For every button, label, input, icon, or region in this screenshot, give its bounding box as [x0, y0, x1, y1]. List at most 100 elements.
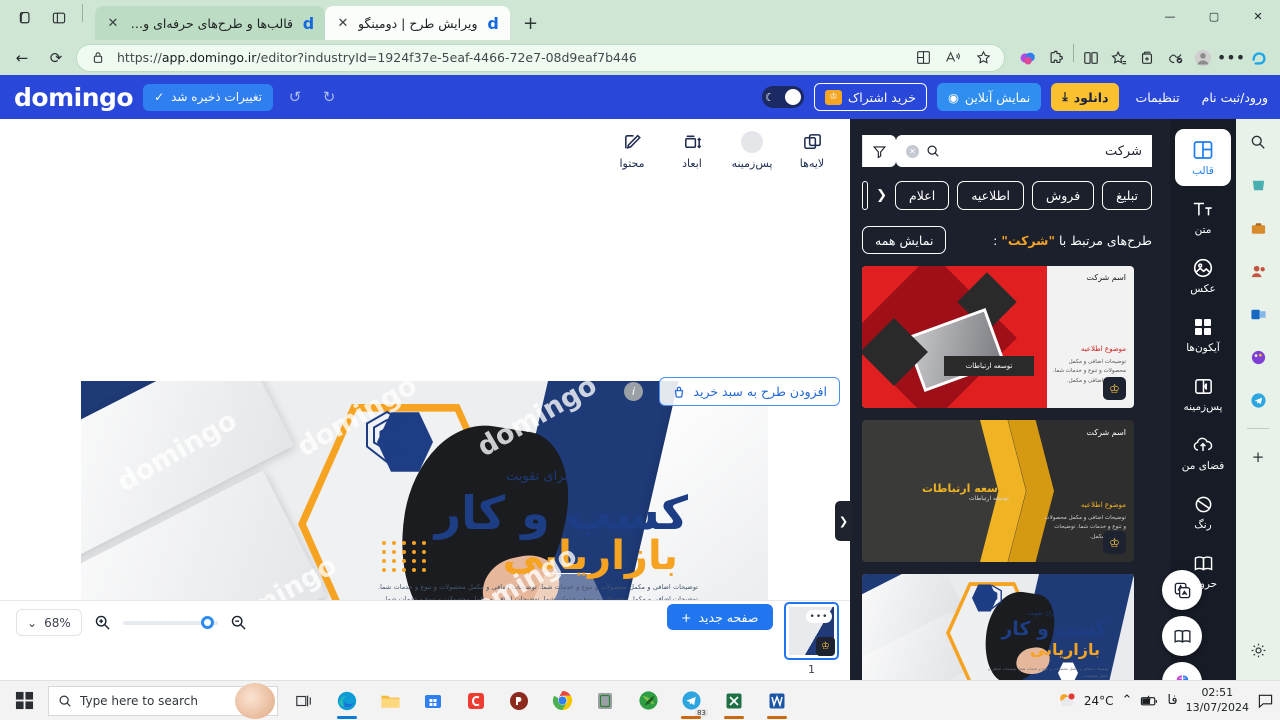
zoom-out-icon[interactable] [230, 614, 247, 631]
toolbar-item-content[interactable]: محتوا [606, 130, 658, 170]
zoom-level-select[interactable]: ⌄ 68% [16, 609, 82, 636]
taskbar-search[interactable]: Type here to search [48, 682, 278, 719]
settings-link[interactable]: تنظیمات [1129, 90, 1185, 105]
taskbar-app-microsoft-store[interactable] [413, 681, 453, 720]
account-link[interactable]: ورود/ثبت نام [1196, 90, 1274, 105]
rail-item-text[interactable]: متن [1175, 188, 1231, 245]
rail-item-image[interactable]: عکس [1175, 247, 1231, 304]
clock-widget[interactable]: 02:51 13/07/2024 [1186, 686, 1249, 716]
taskbar-app-excel[interactable] [714, 681, 754, 720]
template-card-2[interactable]: اسم شرکت توسعه ارتباطات توسعه ارتباطات م… [862, 420, 1134, 562]
search-icon[interactable] [926, 144, 940, 158]
taskbar-app-telegram[interactable]: 83 [671, 681, 711, 720]
download-button[interactable]: دانلود ⤓ [1051, 83, 1120, 111]
tag-filter-1[interactable]: فروش [1032, 181, 1095, 210]
telegram-icon[interactable] [1243, 385, 1273, 415]
show-all-button[interactable]: نمایش همه [862, 226, 947, 254]
theme-toggle[interactable]: ☾ [762, 86, 805, 108]
toolbar-item-layers[interactable]: لایه‌ها [786, 130, 838, 170]
copilot-brain-icon[interactable] [1015, 45, 1041, 71]
tag-filter-partial[interactable] [862, 181, 869, 210]
taskbar-app-camtasia[interactable] [456, 681, 496, 720]
browser-essentials-icon[interactable] [1162, 45, 1188, 71]
zoom-slider-handle[interactable] [200, 615, 214, 629]
weather-widget[interactable]: 24°C [1056, 691, 1114, 711]
taskbar-app-notes[interactable] [585, 681, 625, 720]
tag-filter-2[interactable]: اطلاعیه [957, 181, 1024, 210]
page-menu-icon[interactable]: ••• [806, 610, 832, 623]
toolbar-item-dimensions[interactable]: ابعاد [666, 130, 718, 170]
book-icon[interactable] [1162, 616, 1202, 656]
reload-icon[interactable]: ⟳ [42, 44, 70, 72]
taskbar-app-file-explorer[interactable] [370, 681, 410, 720]
rail-item-icons[interactable]: آیکون‌ها [1175, 306, 1231, 363]
tray-chevron-icon[interactable]: ⌃ [1122, 693, 1133, 708]
people-icon[interactable] [1243, 256, 1273, 286]
outlook-icon[interactable] [1243, 299, 1273, 329]
split-screen-icon[interactable] [912, 47, 934, 69]
more-options-icon[interactable]: ••• [1217, 45, 1245, 71]
translate-icon[interactable] [1162, 570, 1202, 610]
language-indicator[interactable]: فا [1167, 693, 1177, 708]
browser-tab-1[interactable]: d قالب‌ها و طرح‌های حرفه‌ای و رایگان ✕ [95, 6, 325, 40]
search-input[interactable]: شرکت ✕ [896, 135, 1152, 167]
panel-toggle-button[interactable]: ❯ [835, 501, 852, 541]
close-button[interactable]: ✕ [1236, 0, 1280, 32]
back-icon[interactable]: ← [8, 44, 36, 72]
filter-icon[interactable] [862, 135, 896, 167]
address-bar[interactable]: https://app.domingo.ir/editor?industryId… [76, 43, 1005, 72]
tags-prev-icon[interactable]: ❮ [876, 188, 887, 203]
plus-icon[interactable]: + [1243, 442, 1273, 472]
add-collection-icon[interactable] [1134, 45, 1160, 71]
clear-search-icon[interactable]: ✕ [906, 144, 919, 158]
rail-item-template[interactable]: قالب [1175, 129, 1231, 186]
favorites-star-icon[interactable] [972, 47, 994, 69]
browser-tab-2[interactable]: d ویرایش طرح | دومینگو ✕ [325, 6, 510, 40]
shopping-icon[interactable] [1243, 170, 1273, 200]
minimize-button[interactable]: — [1148, 0, 1192, 32]
read-aloud-icon[interactable] [942, 47, 964, 69]
collections-star-icon[interactable] [1106, 45, 1132, 71]
taskbar-app-edge[interactable] [327, 681, 367, 720]
taskbar-app-idm[interactable] [628, 681, 668, 720]
new-page-button[interactable]: صفحه جدید + [667, 604, 773, 630]
maximize-button[interactable]: ▢ [1192, 0, 1236, 32]
taskbar-app-word[interactable] [757, 681, 797, 720]
palette-icon[interactable] [1243, 342, 1273, 372]
task-view-icon[interactable] [284, 681, 324, 720]
domingo-logo[interactable]: domingo [14, 83, 134, 112]
add-to-cart-button[interactable]: افزودن طرح به سبد خرید [659, 377, 840, 406]
zoom-in-icon[interactable] [94, 614, 111, 631]
taskbar-app-chrome[interactable] [542, 681, 582, 720]
toolbar-item-background[interactable]: پس‌زمینه [726, 130, 778, 170]
profile-avatar[interactable] [1190, 45, 1216, 71]
taskbar-app-photoshop[interactable] [499, 681, 539, 720]
tag-filter-3[interactable]: اعلام [895, 181, 950, 210]
info-icon[interactable]: i [624, 382, 643, 401]
battery-icon[interactable] [1140, 694, 1159, 708]
rail-item-background[interactable]: پس‌زمینه [1175, 365, 1231, 422]
page-thumbnail-1[interactable]: ••• ♔ [784, 602, 839, 660]
tag-filter-0[interactable]: تبلیغ [1102, 181, 1152, 210]
extensions-icon[interactable] [1043, 45, 1069, 71]
tab-actions-icon[interactable] [46, 5, 72, 31]
zoom-slider[interactable] [122, 615, 218, 629]
redo-icon[interactable]: ↻ [317, 85, 341, 109]
tab-close-icon[interactable]: ✕ [335, 15, 351, 31]
search-icon[interactable] [1243, 127, 1273, 157]
tab-close-icon[interactable]: ✕ [105, 15, 121, 31]
subscribe-button[interactable]: خرید اشتراک ♔ [814, 83, 927, 111]
notification-icon[interactable] [1257, 693, 1274, 709]
rail-item-my-space[interactable]: فضای من [1175, 424, 1231, 481]
copilot-sidebar-icon[interactable] [1246, 45, 1272, 71]
undo-icon[interactable]: ↺ [283, 85, 307, 109]
settings-icon[interactable] [1243, 635, 1273, 665]
start-button[interactable] [0, 681, 48, 720]
template-card-1[interactable]: توسعه ارتباطات اسم شرکت موضوع اطلاعیه تو… [862, 266, 1134, 408]
briefcase-icon[interactable] [1243, 213, 1273, 243]
rail-item-color[interactable]: رنگ [1175, 483, 1231, 540]
workspaces-icon[interactable] [12, 5, 38, 31]
new-tab-button[interactable]: + [518, 10, 544, 36]
split-window-icon[interactable] [1078, 45, 1104, 71]
online-preview-button[interactable]: نمایش آنلاین ◉ [936, 83, 1042, 111]
